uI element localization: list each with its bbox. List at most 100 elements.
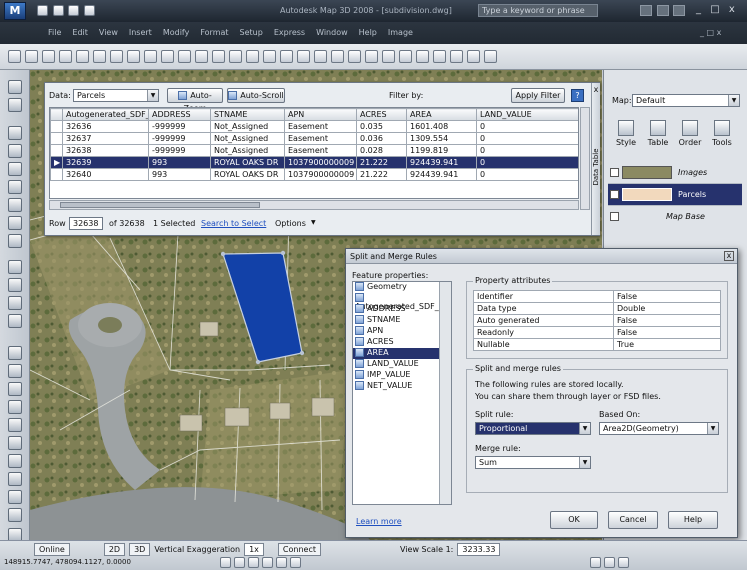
menu-view[interactable]: View [99,28,118,37]
rectangle-tool-icon[interactable] [8,162,22,176]
circle-tool-icon[interactable] [8,198,22,212]
table-button[interactable]: Table [646,120,670,147]
merge-rule-select[interactable]: Sum ▼ [475,456,591,469]
table-row-selected[interactable]: ▶ 32639 993 ROYAL OAKS DR 1037900000009 21.2… [50,156,578,169]
connect-icon[interactable] [399,50,412,63]
display-manager-icon[interactable] [382,50,395,63]
quick-save-icon[interactable] [68,5,80,16]
minimize-button[interactable]: _ [696,4,701,15]
menu-window[interactable]: Window [316,28,348,37]
style-button[interactable]: Style [614,120,638,147]
markup-icon[interactable] [297,50,310,63]
check-in-icon[interactable] [450,50,463,63]
quick-new-icon[interactable] [37,5,48,16]
grid-toggle-icon[interactable] [234,557,245,568]
checkbox[interactable] [610,190,619,199]
comm-center-icon[interactable] [656,5,669,16]
list-item[interactable]: Geometry [353,282,451,293]
column-header[interactable]: ACRES [356,108,407,121]
undo-icon[interactable] [127,50,140,63]
redo-icon[interactable] [144,50,157,63]
auto-zoom-button[interactable]: Auto-Zoom [167,88,223,113]
cancel-button[interactable]: Cancel [608,511,658,529]
map-select[interactable]: Default ▼ [632,94,740,107]
mirror-tool-icon[interactable] [8,418,22,432]
menu-express[interactable]: Express [274,28,305,37]
save-icon[interactable] [42,50,55,63]
paste-icon[interactable] [93,50,106,63]
query-icon[interactable] [348,50,361,63]
list-item[interactable]: IMP_VALUE [353,370,451,381]
layer-item-selected[interactable]: Parcels [608,184,742,206]
menu-help[interactable]: Help [359,28,377,37]
list-scrollbar[interactable] [439,282,451,504]
zoom-window-icon[interactable] [195,50,208,63]
zoom-realtime-icon[interactable] [178,50,191,63]
ellipse-tool-icon[interactable] [8,234,22,248]
split-rule-select[interactable]: Proportional ▼ [475,422,591,435]
row-selector[interactable] [50,132,63,145]
help-icon[interactable]: ? [571,89,584,102]
polar-toggle-icon[interactable] [262,557,273,568]
list-item[interactable]: Autogenerated_SDF_ID [353,293,451,311]
close-icon[interactable]: x [724,251,734,261]
table-row[interactable]: 32636 -999999 Not_Assigned Easement 0.035 160… [50,120,578,133]
topology-icon[interactable] [416,50,429,63]
new-icon[interactable] [8,50,21,63]
edit-set-icon[interactable] [433,50,446,63]
text-tool-icon[interactable] [8,296,22,310]
tray-settings-icon[interactable] [604,557,615,568]
column-header[interactable]: APN [284,108,357,121]
list-item[interactable]: ACRES [353,337,451,348]
menu-format[interactable]: Format [200,28,228,37]
calculator-icon[interactable] [314,50,327,63]
tools-button[interactable]: Tools [710,120,734,147]
point-tool-icon[interactable] [8,278,22,292]
search-map-icon[interactable] [484,50,497,63]
row-selector[interactable] [50,120,63,133]
row-selector[interactable] [50,144,63,157]
array-tool-icon[interactable] [8,472,22,486]
search-input[interactable]: Type a keyword or phrase [478,4,598,17]
view-3d-button[interactable]: 3D [129,543,151,556]
help-button[interactable]: Help [668,511,718,529]
extend-tool-icon[interactable] [8,382,22,396]
row-number-input[interactable]: 32638 [69,217,103,230]
design-center-icon[interactable] [246,50,259,63]
trim-tool-icon[interactable] [8,364,22,378]
list-item[interactable]: NET_VALUE [353,381,451,392]
menu-insert[interactable]: Insert [129,28,152,37]
exaggeration-value[interactable]: 1x [244,543,264,556]
rotate-tool-icon[interactable] [8,346,22,360]
auto-scroll-button[interactable]: Auto-Scroll [227,88,285,103]
polygon-tool-icon[interactable] [8,144,22,158]
data-table-side-tab[interactable]: x Data Table [591,83,600,235]
table-row[interactable]: 32638 -999999 Not_Assigned Easement 0.028 119… [50,144,578,157]
close-button[interactable]: x [729,4,735,15]
table-row[interactable]: 32640 993 ROYAL OAKS DR 1037900000009 21.222… [50,168,578,181]
layer-item[interactable]: Images [608,162,742,184]
arc-tool-icon[interactable] [8,180,22,194]
list-item-selected[interactable]: AREA [353,348,451,359]
vertical-scrollbar[interactable] [580,107,590,210]
apply-filter-button[interactable]: Apply Filter [511,88,565,103]
properties-icon[interactable] [229,50,242,63]
column-header[interactable]: LAND_VALUE [476,108,578,121]
options-menu[interactable]: Options [275,219,306,228]
cut-icon[interactable] [59,50,72,63]
line-tool-icon[interactable] [8,80,22,94]
pan-icon[interactable] [161,50,174,63]
data-grid[interactable]: Autogenerated_SDF_ID ADDRESS STNAME APN … [49,107,579,199]
menu-modify[interactable]: Modify [163,28,190,37]
checkbox[interactable] [610,212,619,221]
clean-screen-icon[interactable] [618,557,629,568]
attach-icon[interactable] [365,50,378,63]
fillet-tool-icon[interactable] [8,490,22,504]
column-header[interactable]: AREA [406,108,477,121]
search-to-select-link[interactable]: Search to Select [201,219,266,228]
explode-tool-icon[interactable] [8,508,22,522]
quick-open-icon[interactable] [52,5,64,16]
data-source-select[interactable]: Parcels ▼ [73,89,159,102]
osnap-toggle-icon[interactable] [276,557,287,568]
doc-window-controls[interactable]: _ □ x [700,28,721,37]
